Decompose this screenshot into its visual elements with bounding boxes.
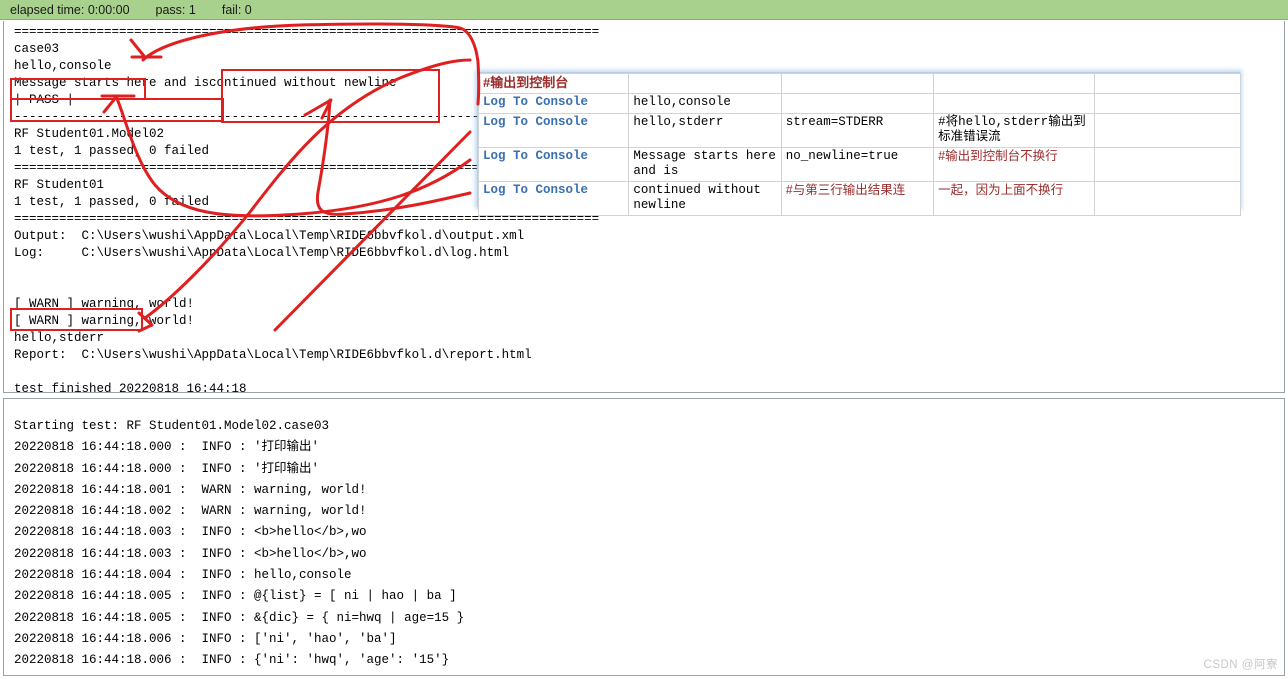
keyword-table-body: #输出到控制台 Log To Console hello,console Log To… <box>477 73 1242 216</box>
table-cell[interactable]: Log To Console <box>477 147 630 182</box>
table-cell[interactable] <box>628 73 782 94</box>
table-row[interactable]: Log To Console hello,stderr stream=STDERR #… <box>477 113 1242 148</box>
status-bar: elapsed time: 0:00:00 pass: 1 fail: 0 <box>0 0 1288 20</box>
robot-framework-test-table[interactable]: #输出到控制台 Log To Console hello,console Log To… <box>477 72 1242 216</box>
table-cell[interactable] <box>933 93 1095 114</box>
table-cell[interactable]: Log To Console <box>477 181 630 216</box>
csdn-watermark: CSDN @阿寮 <box>1203 659 1278 671</box>
table-cell[interactable]: 一起，因为上面不换行 <box>933 181 1095 216</box>
table-cell[interactable]: continued without newline <box>628 181 782 216</box>
table-cell[interactable]: hello,console <box>628 93 782 114</box>
table-cell[interactable]: #输出到控制台 <box>477 73 630 94</box>
keyword-table: #输出到控制台 Log To Console hello,console Log To… <box>477 73 1242 216</box>
table-cell[interactable]: #将hello,stderr输出到标准错误流 <box>933 113 1095 148</box>
elapsed-time-label: elapsed time: 0:00:00 <box>10 2 130 17</box>
message-log-text: Starting test: RF Student01.Model02.case… <box>14 419 465 675</box>
message-log-panel[interactable]: Starting test: RF Student01.Model02.case… <box>3 398 1285 676</box>
fail-count-label: fail: 0 <box>221 2 252 17</box>
table-row[interactable]: Log To Console Message starts here and is… <box>477 147 1242 182</box>
table-cell[interactable]: #与第三行输出结果连 <box>780 181 935 216</box>
table-row[interactable]: Log To Console continued without newline #… <box>477 181 1242 216</box>
table-cell[interactable] <box>1093 93 1242 114</box>
table-cell[interactable] <box>1093 73 1242 94</box>
table-cell[interactable]: no_newline=true <box>780 147 935 182</box>
table-cell[interactable] <box>1093 181 1242 216</box>
table-row[interactable]: Log To Console hello,console <box>477 93 1242 114</box>
table-cell[interactable]: Log To Console <box>477 93 630 114</box>
table-row[interactable]: #输出到控制台 <box>477 73 1242 94</box>
table-cell[interactable] <box>1093 113 1242 148</box>
table-cell[interactable]: hello,stderr <box>628 113 782 148</box>
table-cell[interactable] <box>780 73 935 94</box>
table-cell[interactable]: Log To Console <box>477 113 630 148</box>
screenshot-root: elapsed time: 0:00:00 pass: 1 fail: 0 ==… <box>0 0 1288 679</box>
table-cell[interactable]: stream=STDERR <box>780 113 935 148</box>
table-cell[interactable] <box>1093 147 1242 182</box>
table-cell[interactable]: Message starts here and is <box>628 147 782 182</box>
table-cell[interactable] <box>780 93 935 114</box>
table-cell[interactable]: #输出到控制台不换行 <box>933 147 1095 182</box>
console-tail-text: Report: C:\Users\wushi\AppData\Local\Tem… <box>14 348 532 393</box>
console-warning-text: [ WARN ] warning, world! [ WARN ] warnin… <box>14 297 195 345</box>
pass-count-label: pass: 1 <box>155 2 196 17</box>
table-cell[interactable] <box>933 73 1095 94</box>
